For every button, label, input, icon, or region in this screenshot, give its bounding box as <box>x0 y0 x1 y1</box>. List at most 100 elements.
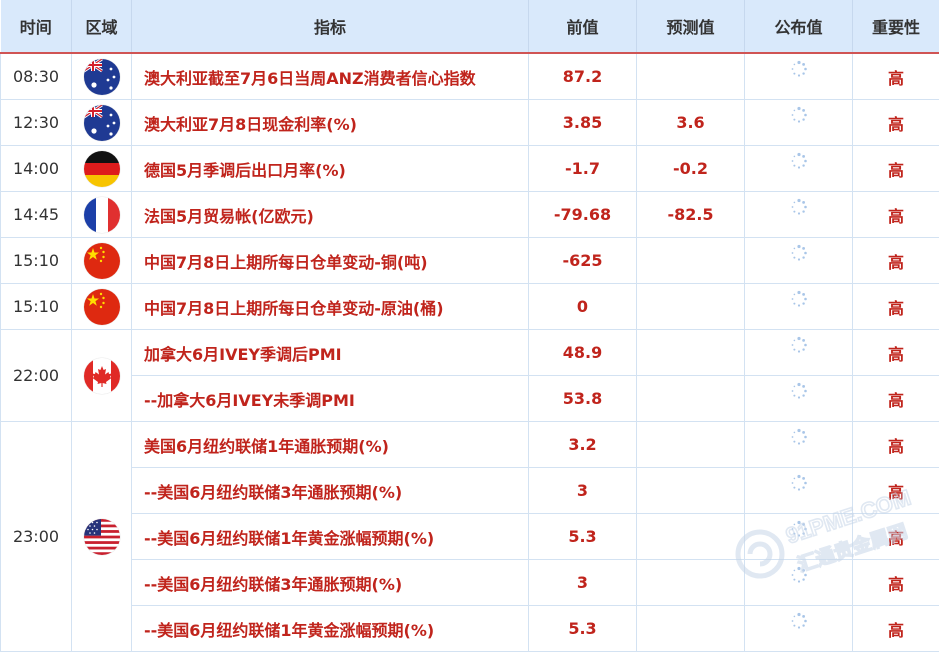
loading-spinner-icon <box>791 107 807 123</box>
row-importance: 高 <box>852 375 939 422</box>
row-importance: 高 <box>852 52 939 100</box>
row-forecast <box>636 421 745 468</box>
row-time: 23:00 <box>0 421 72 652</box>
row-actual <box>744 145 853 192</box>
row-region <box>71 421 132 652</box>
usa-flag-icon <box>83 518 120 555</box>
row-previous: 48.9 <box>528 329 637 376</box>
row-actual <box>744 605 853 652</box>
row-indicator[interactable]: --美国6月纽约联储3年通胀预期(%) <box>131 467 529 514</box>
row-actual <box>744 467 853 514</box>
row-indicator[interactable]: 加拿大6月IVEY季调后PMI <box>131 329 529 376</box>
australia-flag-icon <box>83 104 120 141</box>
row-indicator[interactable]: --美国6月纽约联储1年黄金涨幅预期(%) <box>131 513 529 560</box>
row-time: 14:00 <box>0 145 72 192</box>
row-region <box>71 283 132 330</box>
row-time: 08:30 <box>0 52 72 100</box>
row-time: 15:10 <box>0 283 72 330</box>
row-forecast <box>636 283 745 330</box>
row-region <box>71 329 132 422</box>
row-previous: 53.8 <box>528 375 637 422</box>
china-flag-icon <box>83 242 120 279</box>
loading-spinner-icon <box>791 61 807 77</box>
header-row: 时间 区域 指标 前值 预测值 公布值 重要性 <box>0 0 939 54</box>
row-actual <box>744 191 853 238</box>
row-forecast <box>636 559 745 606</box>
row-previous: -1.7 <box>528 145 637 192</box>
row-time: 15:10 <box>0 237 72 284</box>
row-forecast: -82.5 <box>636 191 745 238</box>
table-row: 12:30 澳大利亚7月8日现金利率(%) 3.85 3.6 高 <box>0 99 939 146</box>
row-indicator[interactable]: --美国6月纽约联储1年黄金涨幅预期(%) <box>131 605 529 652</box>
row-region <box>71 145 132 192</box>
row-indicator[interactable]: 中国7月8日上期所每日仓单变动-原油(桶) <box>131 283 529 330</box>
row-previous: -79.68 <box>528 191 637 238</box>
row-importance: 高 <box>852 145 939 192</box>
header-forecast: 预测值 <box>636 0 745 54</box>
row-indicator[interactable]: 法国5月贸易帐(亿欧元) <box>131 191 529 238</box>
row-indicator[interactable]: 澳大利亚截至7月6日当周ANZ消费者信心指数 <box>131 52 529 100</box>
row-previous: 5.3 <box>528 605 637 652</box>
table-row: --美国6月纽约联储3年通胀预期(%) 3 高 <box>1 559 939 606</box>
australia-flag-icon <box>83 58 120 95</box>
row-indicator[interactable]: 德国5月季调后出口月率(%) <box>131 145 529 192</box>
row-actual <box>744 421 853 468</box>
row-previous: 3.85 <box>528 99 637 146</box>
row-importance: 高 <box>852 421 939 468</box>
row-forecast <box>636 467 745 514</box>
row-importance: 高 <box>852 99 939 146</box>
france-flag-icon <box>83 196 120 233</box>
row-actual <box>744 99 853 146</box>
loading-spinner-icon <box>791 475 807 491</box>
table-row: --美国6月纽约联储1年黄金涨幅预期(%) 5.3 高 <box>1 605 939 652</box>
header-region: 区域 <box>71 0 132 54</box>
loading-spinner-icon <box>791 291 807 307</box>
row-importance: 高 <box>852 237 939 284</box>
loading-spinner-icon <box>791 245 807 261</box>
row-previous: 3 <box>528 467 637 514</box>
table-row: --美国6月纽约联储1年黄金涨幅预期(%) 5.3 高 <box>1 513 939 560</box>
row-forecast <box>636 237 745 284</box>
header-importance: 重要性 <box>852 0 939 54</box>
row-indicator[interactable]: --美国6月纽约联储3年通胀预期(%) <box>131 559 529 606</box>
row-region <box>71 99 132 146</box>
loading-spinner-icon <box>791 383 807 399</box>
row-importance: 高 <box>852 467 939 514</box>
table-row: 08:30 澳大利亚截至7月6日当周ANZ消费者信心指数 87.2 高 <box>0 52 939 100</box>
calendar-table: 时间 区域 指标 前值 预测值 公布值 重要性 08:30 澳大利亚截至7月6日… <box>0 0 939 652</box>
row-actual <box>744 375 853 422</box>
row-indicator[interactable]: 澳大利亚7月8日现金利率(%) <box>131 99 529 146</box>
row-importance: 高 <box>852 605 939 652</box>
row-indicator[interactable]: 美国6月纽约联储1年通胀预期(%) <box>131 421 529 468</box>
row-time: 14:45 <box>0 191 72 238</box>
row-actual <box>744 283 853 330</box>
loading-spinner-icon <box>791 199 807 215</box>
row-time: 22:00 <box>0 329 72 422</box>
germany-flag-icon <box>83 150 120 187</box>
loading-spinner-icon <box>791 613 807 629</box>
row-forecast <box>636 605 745 652</box>
row-previous: 3 <box>528 559 637 606</box>
row-previous: 0 <box>528 283 637 330</box>
table-row: --美国6月纽约联储3年通胀预期(%) 3 高 <box>1 467 939 514</box>
row-importance: 高 <box>852 191 939 238</box>
row-forecast <box>636 513 745 560</box>
row-forecast: 3.6 <box>636 99 745 146</box>
row-forecast <box>636 329 745 376</box>
table-row: 15:10 中国7月8日上期所每日仓单变动-原油(桶) 0 高 <box>0 283 939 330</box>
row-importance: 高 <box>852 513 939 560</box>
table-row: 22:00 加拿大6月IVEY季调后PMI 48.9 高 <box>0 329 939 422</box>
row-time: 12:30 <box>0 99 72 146</box>
row-previous: 5.3 <box>528 513 637 560</box>
header-time: 时间 <box>0 0 72 54</box>
header-previous: 前值 <box>528 0 637 54</box>
row-indicator[interactable]: 中国7月8日上期所每日仓单变动-铜(吨) <box>131 237 529 284</box>
loading-spinner-icon <box>791 429 807 445</box>
table-row: --加拿大6月IVEY未季调PMI 53.8 高 <box>1 375 939 422</box>
row-importance: 高 <box>852 329 939 376</box>
row-importance: 高 <box>852 283 939 330</box>
row-indicator[interactable]: --加拿大6月IVEY未季调PMI <box>131 375 529 422</box>
table-row: 15:10 中国7月8日上期所每日仓单变动-铜(吨) -625 高 <box>0 237 939 284</box>
header-indicator: 指标 <box>131 0 529 54</box>
canada-flag-icon <box>83 357 120 394</box>
